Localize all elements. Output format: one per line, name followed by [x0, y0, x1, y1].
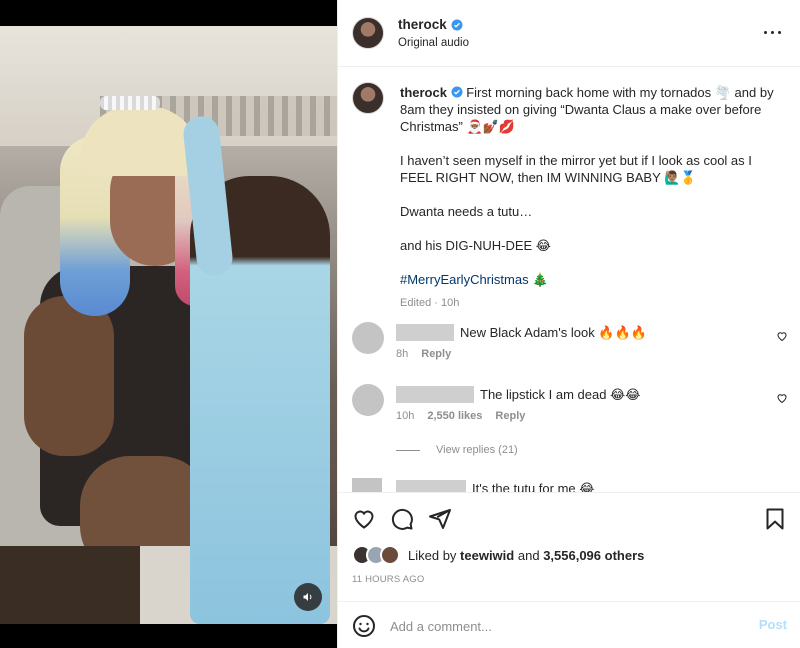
- comment-item: It's the tutu for me 😂: [352, 478, 792, 492]
- caption-author-avatar[interactable]: [352, 82, 384, 114]
- caption-text: therock First morning back home with my …: [400, 84, 782, 312]
- commenter-avatar[interactable]: [352, 478, 382, 492]
- instagram-post-modal: therock Original audio therock First mor…: [0, 0, 800, 648]
- view-replies-button[interactable]: View replies (21): [396, 444, 518, 456]
- liked-by-prefix: Liked by: [408, 547, 457, 563]
- comment-meta: 10h 2,550 likes Reply: [396, 410, 525, 422]
- like-comment-heart-icon[interactable]: [776, 330, 788, 342]
- ellipsis-icon: [778, 31, 781, 34]
- commenter-username-redacted[interactable]: [396, 480, 466, 492]
- caption-username[interactable]: therock: [400, 85, 447, 100]
- liked-by-count[interactable]: 3,556,096 others: [543, 548, 644, 563]
- comment-time: 10h: [396, 410, 415, 422]
- reply-button[interactable]: Reply: [495, 410, 525, 422]
- commenter-avatar[interactable]: [352, 322, 384, 354]
- author-name: therock: [398, 17, 463, 32]
- hashtag-emoji: 🎄: [532, 272, 549, 287]
- heart-icon[interactable]: [352, 507, 376, 531]
- comment-likes[interactable]: 2,550 likes: [427, 410, 482, 422]
- likes-summary: Liked by teewiwid and 3,556,096 others: [352, 545, 644, 565]
- media-pane: [0, 0, 337, 648]
- tiara: [100, 96, 160, 110]
- sound-toggle-button[interactable]: [294, 583, 322, 611]
- liker-avatars[interactable]: [352, 545, 402, 565]
- comment-item: The lipstick I am dead 😂😂 10h 2,550 like…: [352, 384, 792, 444]
- caption-line-4: and his DIG-NUH-DEE 😂: [400, 238, 551, 253]
- speaker-icon: [303, 593, 312, 601]
- comment-text: The lipstick I am dead 😂😂: [480, 387, 641, 402]
- comment-text: New Black Adam's look 🔥🔥🔥: [460, 325, 647, 340]
- reply-button[interactable]: Reply: [421, 348, 451, 360]
- comment-composer: Post: [338, 601, 800, 648]
- comments-scroll-area[interactable]: therock First morning back home with my …: [338, 68, 800, 492]
- post-sidebar: therock Original audio therock First mor…: [337, 0, 800, 648]
- liked-by-and: and: [517, 547, 540, 563]
- post-video[interactable]: [0, 26, 337, 624]
- bookmark-icon[interactable]: [763, 507, 787, 531]
- comment-icon[interactable]: [390, 507, 414, 531]
- verified-badge-icon: [451, 19, 463, 30]
- more-options-button[interactable]: [761, 22, 785, 42]
- post-actions: Liked by teewiwid and 3,556,096 others 1…: [338, 492, 800, 648]
- action-bar: [352, 507, 787, 531]
- liked-by-user[interactable]: teewiwid: [460, 548, 514, 563]
- replies-divider: [396, 449, 420, 451]
- ellipsis-icon: [764, 31, 767, 34]
- hashtag-link[interactable]: #MerryEarlyChristmas: [400, 272, 529, 287]
- caption-line-2: I haven’t seen myself in the mirror yet …: [400, 153, 752, 185]
- commenter-username-redacted[interactable]: [396, 386, 474, 403]
- caption-line-3: Dwanta needs a tutu…: [400, 204, 533, 219]
- author-username[interactable]: therock: [398, 17, 447, 32]
- commenter-username-redacted[interactable]: [396, 324, 454, 341]
- liker-avatar: [380, 545, 400, 565]
- post-timestamp[interactable]: 11 HOURS AGO: [352, 574, 424, 585]
- commenter-avatar[interactable]: [352, 384, 384, 416]
- view-replies-label: View replies (21): [436, 444, 518, 456]
- post-comment-button[interactable]: Post: [759, 617, 787, 632]
- tattooed-arm: [24, 296, 114, 456]
- ellipsis-icon: [771, 31, 774, 34]
- author-avatar[interactable]: [352, 17, 384, 49]
- comment-item: New Black Adam's look 🔥🔥🔥 8h Reply: [352, 322, 792, 382]
- comment-text: It's the tutu for me 😂: [472, 481, 595, 492]
- post-header: therock Original audio: [338, 0, 800, 67]
- smiley-icon[interactable]: [352, 614, 376, 638]
- audio-link[interactable]: Original audio: [398, 37, 469, 49]
- comment-time: 8h: [396, 348, 409, 360]
- verified-badge-icon: [451, 86, 463, 98]
- like-comment-heart-icon[interactable]: [776, 392, 788, 404]
- edited-label: Edited · 10h: [400, 297, 460, 309]
- paper-plane-icon[interactable]: [428, 507, 452, 531]
- comment-meta: 8h Reply: [396, 348, 451, 360]
- comment-input[interactable]: [390, 616, 730, 636]
